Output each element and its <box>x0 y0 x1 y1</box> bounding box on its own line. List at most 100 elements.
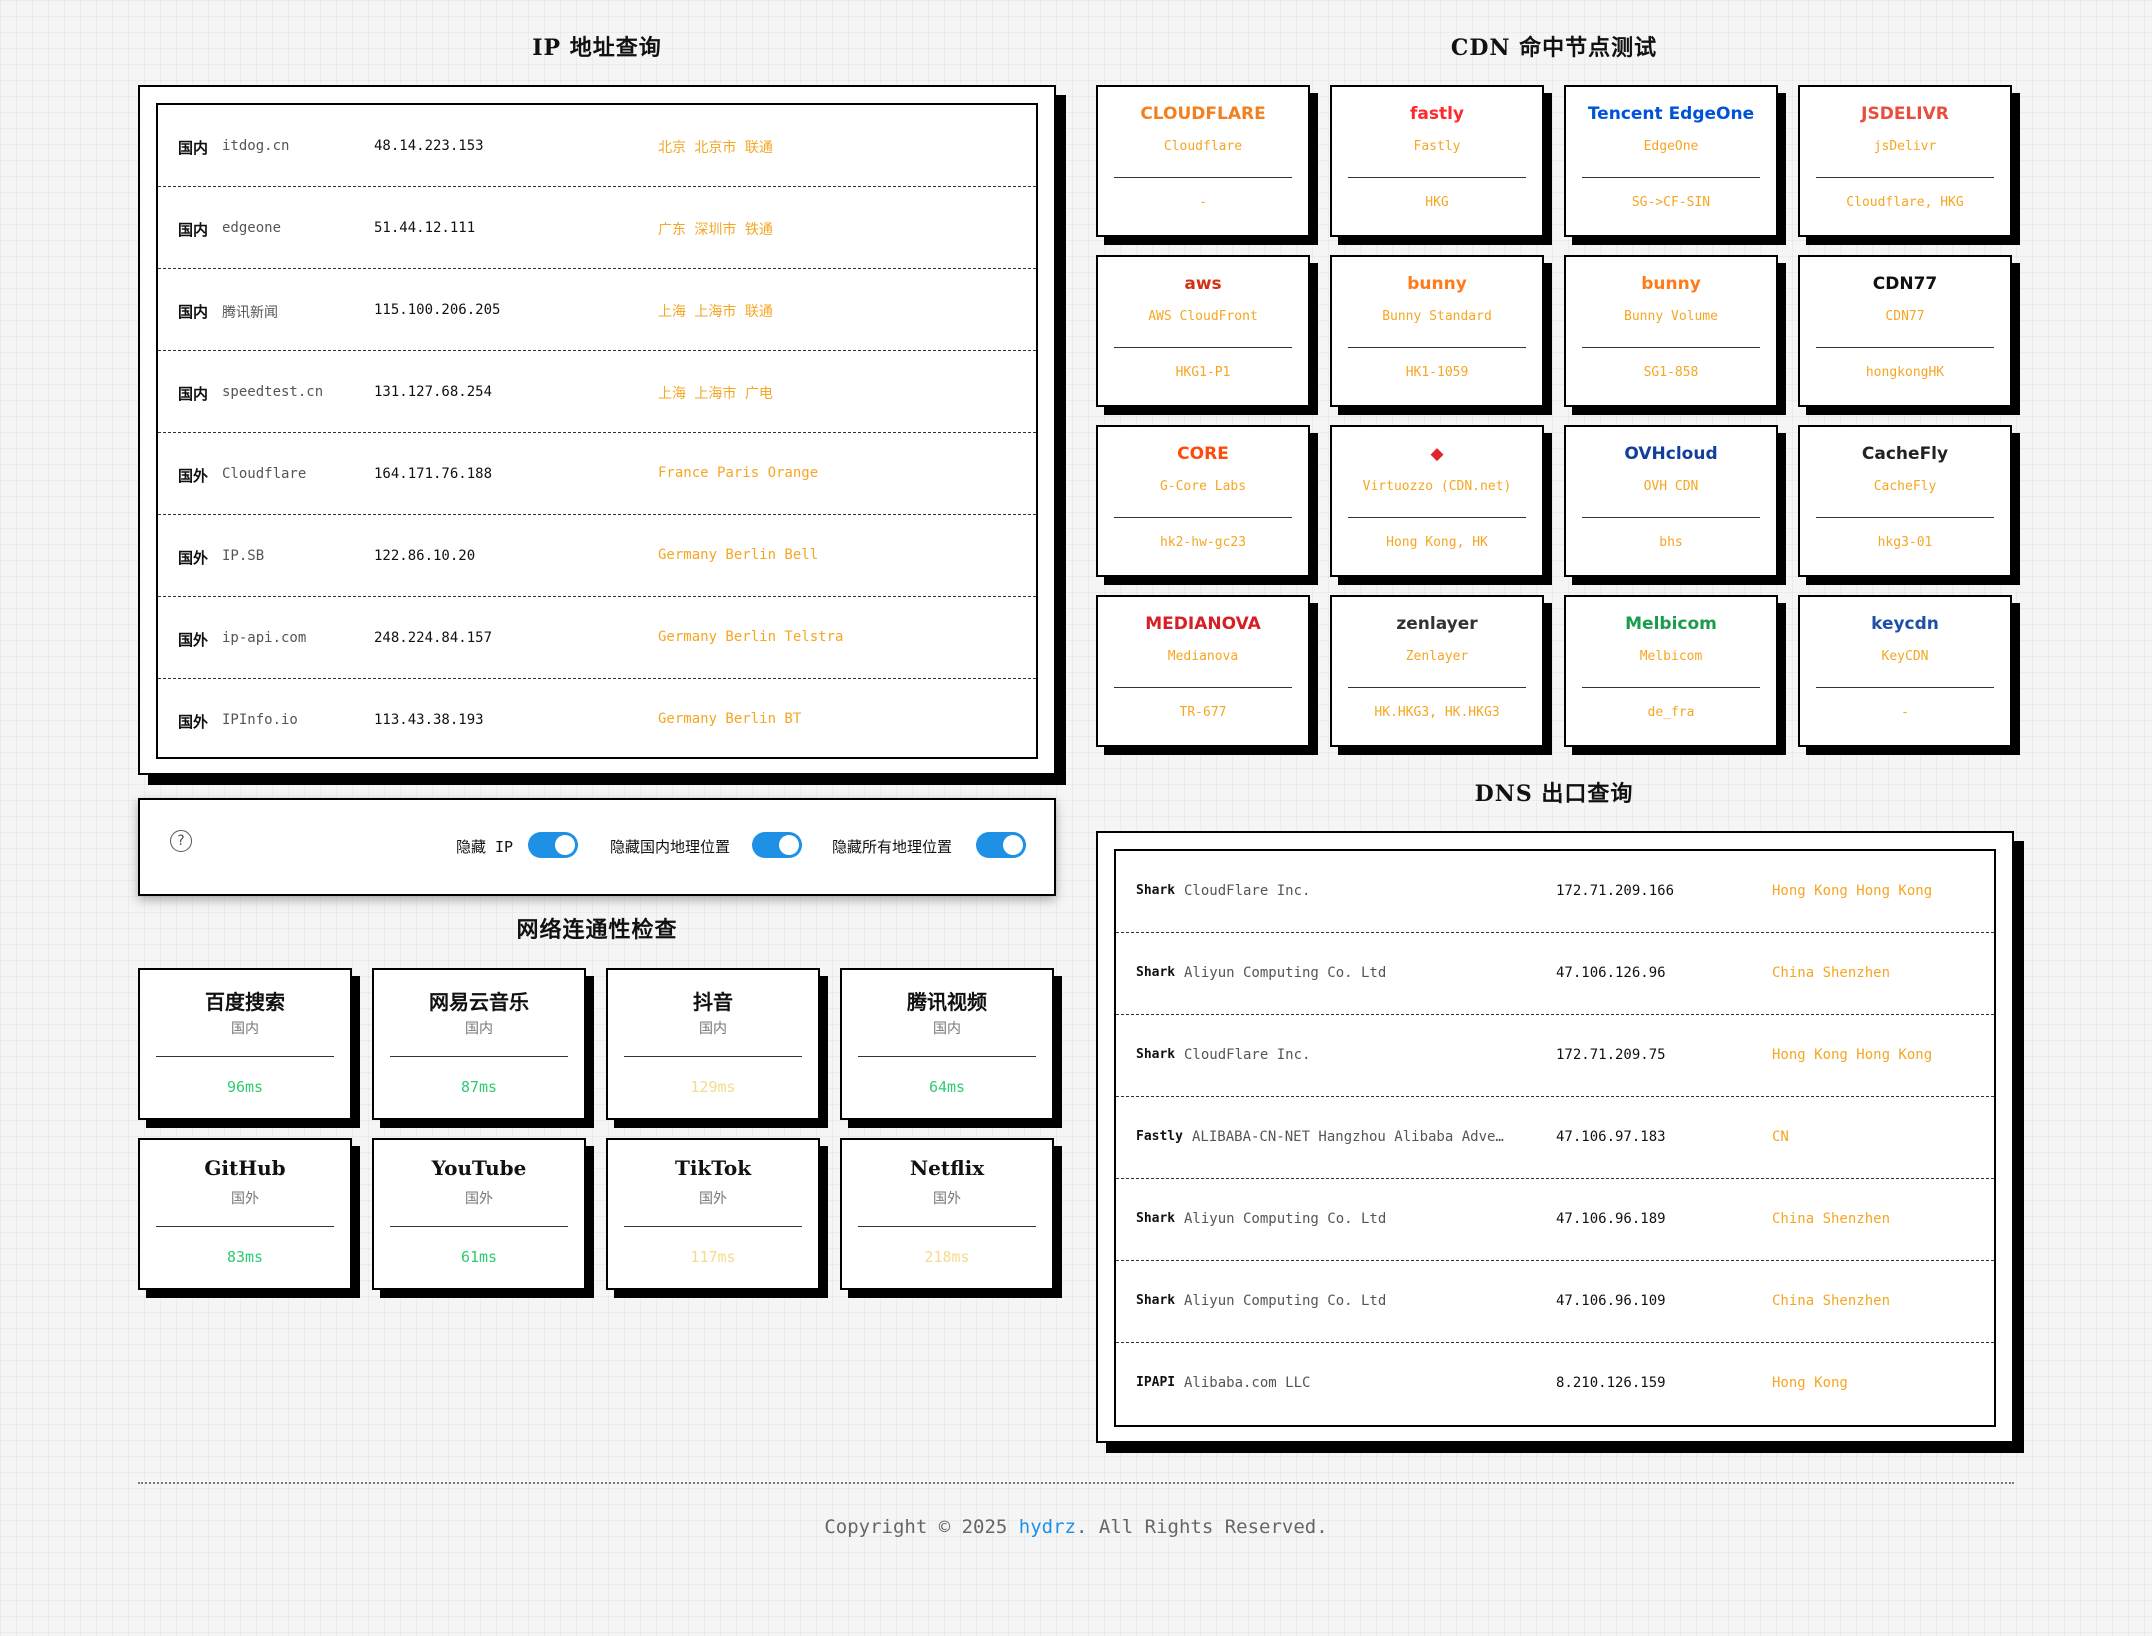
dns-row: Shark CloudFlare Inc. 172.71.209.75 Hong Ko… <box>1116 1015 1994 1097</box>
cdn-card: ◆ Virtuozzo (CDN.net) Hong Kong, HK <box>1330 425 1544 577</box>
ip-row-region: 国外 <box>178 549 209 567</box>
ip-row-location: Germany Berlin Bell <box>658 547 819 563</box>
cdn-logo-icon: MEDIANOVA <box>1145 614 1261 634</box>
connectivity-region: 国内 <box>699 1021 727 1037</box>
connectivity-latency: 83ms <box>226 1248 264 1266</box>
dns-row-location: China Shenzhen <box>1772 1211 1891 1227</box>
footer: Copyright © 2025 hydrz. All Rights Reser… <box>0 1516 2152 1538</box>
ip-row: 国内 edgeone 51.44.12.111 广东 深圳市 铁通 <box>158 187 1036 269</box>
ip-row-source: edgeone <box>222 220 282 236</box>
connectivity-card: 腾讯视频 国内 64ms <box>840 968 1054 1120</box>
card-divider <box>1816 347 1994 348</box>
dns-row-org: CloudFlare Inc. <box>1184 1047 1311 1063</box>
cdn-node-value: HKG1-P1 <box>1175 365 1231 380</box>
dns-row-org: Alibaba.com LLC <box>1184 1375 1311 1391</box>
ip-row-location: France Paris Orange <box>658 465 819 481</box>
ip-row-address: 131.127.68.254 <box>374 384 493 400</box>
ip-row-source: IPInfo.io <box>222 712 298 728</box>
cdn-card: keycdn KeyCDN - <box>1798 595 2012 747</box>
cdn-logo-icon: aws <box>1184 274 1222 294</box>
ip-row: 国外 ip-api.com 248.224.84.157 Germany Berlin… <box>158 597 1036 679</box>
cdn-logo-icon: CLOUDFLARE <box>1140 104 1266 124</box>
ip-row-source: itdog.cn <box>222 138 290 154</box>
ip-row: 国内 腾讯新闻 115.100.206.205 上海 上海市 联通 <box>158 269 1036 351</box>
cdn-node-value: HKG <box>1425 195 1449 210</box>
dns-row-source: Shark <box>1136 883 1176 898</box>
footer-copyright: Copyright © 2025 <box>824 1516 1019 1538</box>
cdn-provider-name: AWS CloudFront <box>1148 309 1258 324</box>
ip-row-region: 国内 <box>178 385 209 403</box>
dns-row-org: ALIBABA-CN-NET Hangzhou Alibaba Adve… <box>1192 1129 1504 1145</box>
ip-row-source: IP.SB <box>222 548 265 564</box>
card-divider <box>1582 517 1760 518</box>
cdn-provider-name: Cloudflare <box>1163 139 1243 154</box>
card-divider <box>1582 347 1760 348</box>
cdn-logo-icon: ◆ <box>1430 444 1444 464</box>
card-divider <box>1114 177 1292 178</box>
ip-row-region: 国外 <box>178 713 209 731</box>
dns-row-ip: 47.106.96.189 <box>1556 1211 1666 1227</box>
card-divider <box>1816 517 1994 518</box>
hide-all-location-toggle[interactable] <box>976 832 1026 858</box>
cdn-logo-icon: CORE <box>1177 444 1229 464</box>
ip-row-address: 113.43.38.193 <box>374 712 484 728</box>
ip-row: 国外 IPInfo.io 113.43.38.193 Germany Berlin B… <box>158 679 1036 761</box>
ip-row-location: Germany Berlin Telstra <box>658 629 844 645</box>
cdn-logo-icon: CacheFly <box>1861 444 1949 464</box>
cdn-provider-name: EdgeOne <box>1643 139 1699 154</box>
question-circle-icon[interactable]: ? <box>170 830 192 852</box>
connectivity-site-name: GitHub <box>204 1156 286 1180</box>
connectivity-latency: 96ms <box>226 1078 264 1096</box>
ip-row: 国外 IP.SB 122.86.10.20 Germany Berlin Bell <box>158 515 1036 597</box>
dns-row-source: Shark <box>1136 965 1176 980</box>
cdn-node-value: SG1-858 <box>1643 365 1699 380</box>
dns-row: Fastly ALIBABA-CN-NET Hangzhou Alibaba Ad… <box>1116 1097 1994 1179</box>
cdn-logo-icon: Melbicom <box>1625 614 1717 634</box>
dns-row: Shark Aliyun Computing Co. Ltd 47.106.96.1… <box>1116 1261 1994 1343</box>
dns-row: Shark Aliyun Computing Co. Ltd 47.106.126.… <box>1116 933 1994 1015</box>
connectivity-card: Netflix 国外 218ms <box>840 1138 1054 1290</box>
dns-row-location: China Shenzhen <box>1772 1293 1891 1309</box>
cdn-logo-icon: fastly <box>1409 104 1465 124</box>
card-divider <box>1348 177 1526 178</box>
dns-row-source: Shark <box>1136 1047 1176 1062</box>
connectivity-site-name: TikTok <box>674 1156 752 1180</box>
connectivity-region: 国内 <box>465 1021 493 1037</box>
connectivity-card: 百度搜索 国内 96ms <box>138 968 352 1120</box>
dns-row-source: Shark <box>1136 1293 1176 1308</box>
footer-author-link[interactable]: hydrz <box>1019 1516 1076 1538</box>
cdn-node-value: Hong Kong, HK <box>1386 535 1488 550</box>
ip-row: 国外 Cloudflare 164.171.76.188 France Paris O… <box>158 433 1036 515</box>
cdn-logo-icon: bunny <box>1407 274 1467 294</box>
dns-row-org: Aliyun Computing Co. Ltd <box>1184 965 1387 981</box>
dns-row-ip: 172.71.209.75 <box>1556 1047 1666 1063</box>
card-divider <box>624 1226 802 1227</box>
connectivity-region: 国外 <box>231 1191 259 1207</box>
dns-row: Shark CloudFlare Inc. 172.71.209.166 Hong K… <box>1116 851 1994 933</box>
cdn-card: bunny Bunny Volume SG1-858 <box>1564 255 1778 407</box>
connectivity-region: 国内 <box>933 1021 961 1037</box>
ip-row-location: 上海 上海市 广电 <box>658 386 773 402</box>
connectivity-region: 国外 <box>699 1191 727 1207</box>
cdn-provider-name: Bunny Standard <box>1382 309 1492 324</box>
connectivity-site-name: YouTube <box>431 1156 527 1180</box>
cdn-logo-icon: CDN77 <box>1872 274 1938 294</box>
ip-row: 国内 itdog.cn 48.14.223.153 北京 北京市 联通 <box>158 105 1036 187</box>
hide-domestic-location-toggle[interactable] <box>752 832 802 858</box>
connectivity-card: 网易云音乐 国内 87ms <box>372 968 586 1120</box>
ip-row-region: 国外 <box>178 631 209 649</box>
cdn-card: CLOUDFLARE Cloudflare - <box>1096 85 1310 237</box>
ip-row-address: 164.171.76.188 <box>374 466 493 482</box>
cdn-provider-name: CDN77 <box>1885 309 1925 324</box>
dns-row-ip: 8.210.126.159 <box>1556 1375 1666 1391</box>
card-divider <box>390 1226 568 1227</box>
hide-ip-toggle[interactable] <box>528 832 578 858</box>
footer-rights: . All Rights Reserved. <box>1076 1516 1328 1538</box>
cdn-card: JSDELIVR jsDelivr Cloudflare, HKG <box>1798 85 2012 237</box>
dns-row-ip: 47.106.96.109 <box>1556 1293 1666 1309</box>
card-divider <box>1114 687 1292 688</box>
ip-row-location: 北京 北京市 联通 <box>658 140 773 156</box>
connectivity-site-name: Netflix <box>909 1156 985 1180</box>
settings-bar: ? 隐藏 IP 隐藏国内地理位置 隐藏所有地理位置 <box>138 798 1056 896</box>
network-section-title: 网络连通性检查 <box>516 917 678 943</box>
